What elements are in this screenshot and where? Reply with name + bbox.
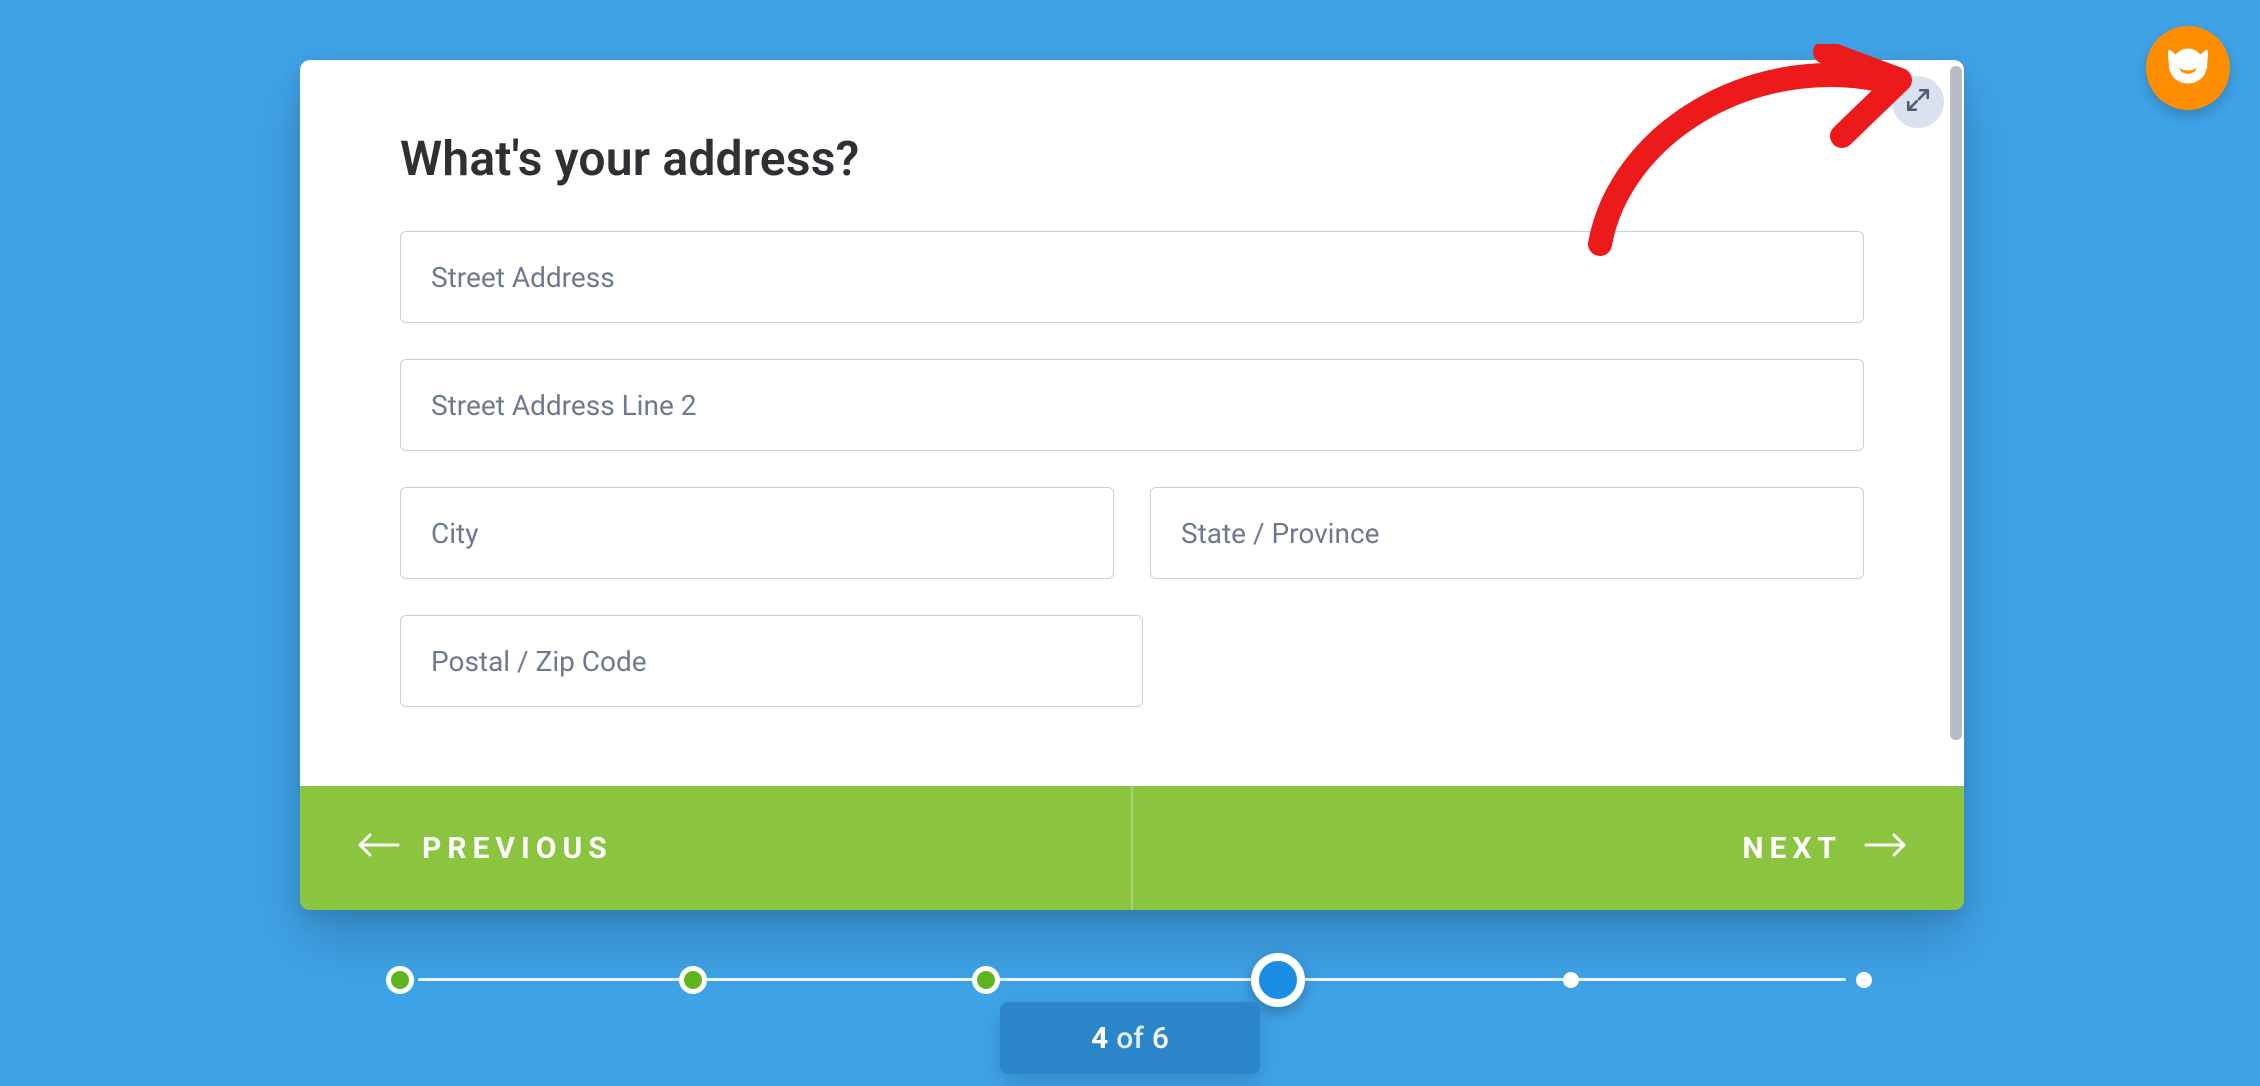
progress-dot-indicator xyxy=(1563,972,1579,988)
street-field[interactable] xyxy=(400,231,1864,323)
street2-field[interactable] xyxy=(400,359,1864,451)
next-button[interactable]: NEXT xyxy=(1133,786,1964,910)
progress-dot-indicator xyxy=(1251,953,1305,1007)
previous-label: PREVIOUS xyxy=(422,831,613,866)
progress-dot-indicator xyxy=(386,966,414,994)
scrollbar-thumb[interactable] xyxy=(1950,66,1962,740)
progress-dot-1[interactable] xyxy=(386,966,414,994)
page-title: What's your address? xyxy=(400,130,1864,187)
postal-spacer xyxy=(1179,615,1864,707)
street2-input[interactable] xyxy=(429,388,1835,423)
postal-input[interactable] xyxy=(429,644,1114,679)
progress-dot-2[interactable] xyxy=(679,966,707,994)
state-field[interactable] xyxy=(1150,487,1864,579)
step-of-label: of xyxy=(1116,1021,1144,1056)
form-card: What's your address? xyxy=(300,60,1964,910)
expand-icon xyxy=(1905,87,1931,117)
next-label: NEXT xyxy=(1742,831,1842,866)
expand-button[interactable] xyxy=(1892,76,1944,128)
progress-dot-6[interactable] xyxy=(1856,972,1872,988)
card-scrollbar[interactable] xyxy=(1948,60,1964,776)
progress-dot-indicator xyxy=(679,966,707,994)
city-field[interactable] xyxy=(400,487,1114,579)
arrow-right-icon xyxy=(1864,831,1908,866)
progress-dot-4[interactable] xyxy=(1251,953,1305,1007)
nav-bar: PREVIOUS NEXT xyxy=(300,786,1964,910)
arrow-left-icon xyxy=(356,831,400,866)
state-input[interactable] xyxy=(1179,516,1835,551)
card-body: What's your address? xyxy=(400,130,1864,756)
previous-button[interactable]: PREVIOUS xyxy=(300,786,1131,910)
city-input[interactable] xyxy=(429,516,1085,551)
step-current: 4 xyxy=(1091,1021,1108,1056)
brand-badge[interactable] xyxy=(2146,26,2230,110)
step-indicator: 4 of 6 xyxy=(1000,1002,1260,1074)
progress-dot-3[interactable] xyxy=(972,966,1000,994)
step-total: 6 xyxy=(1152,1021,1169,1056)
postal-field[interactable] xyxy=(400,615,1143,707)
progress-dot-indicator xyxy=(972,966,1000,994)
progress-dot-5[interactable] xyxy=(1563,972,1579,988)
street-input[interactable] xyxy=(429,260,1835,295)
cat-icon xyxy=(2160,38,2216,98)
progress-dot-indicator xyxy=(1856,972,1872,988)
